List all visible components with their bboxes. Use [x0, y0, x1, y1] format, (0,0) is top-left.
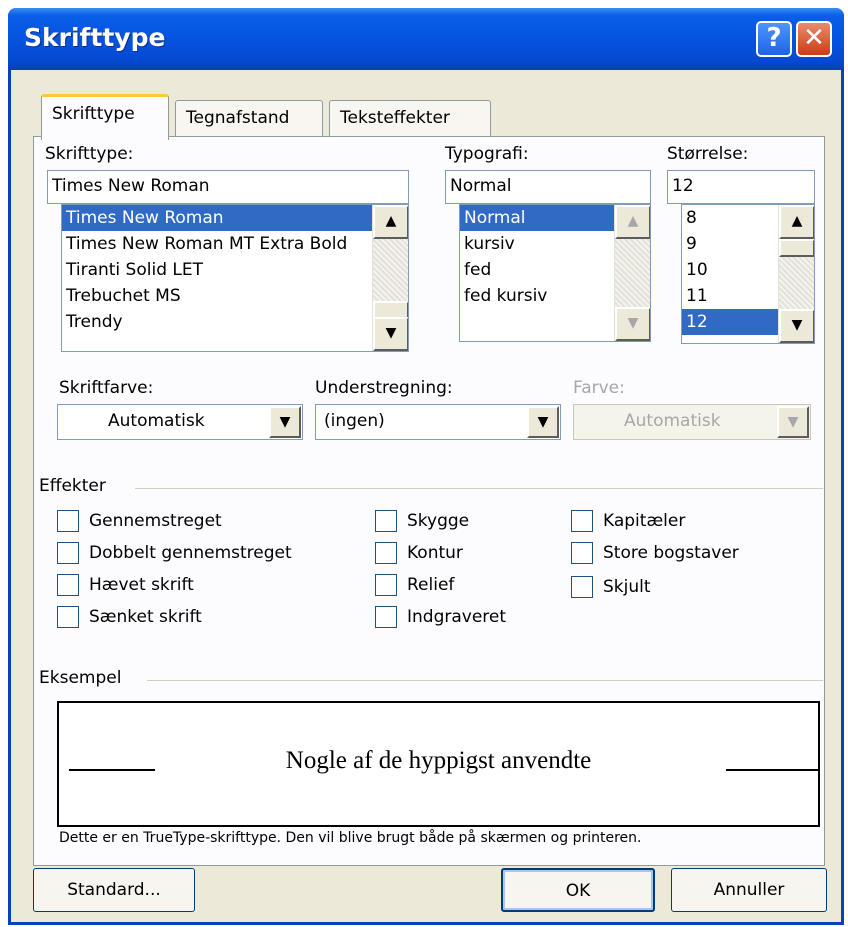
scroll-down-icon[interactable]: ▼ — [373, 317, 408, 351]
font-list[interactable]: Times New Roman Times New Roman MT Extra… — [61, 204, 409, 352]
effects-divider — [135, 488, 823, 489]
underline-select[interactable]: (ingen) ▼ — [315, 404, 561, 440]
underline-color-select[interactable]: Automatisk ▼ — [573, 404, 811, 440]
checkbox-skjult[interactable]: Skjult — [571, 576, 651, 598]
font-color-value: Automatisk — [108, 411, 205, 431]
preview-box: Nogle af de hyppigst anvendte — [57, 701, 820, 827]
list-item[interactable]: Times New Roman MT Extra Bold — [62, 231, 408, 257]
checkbox-box[interactable] — [375, 542, 397, 564]
checkbox-box[interactable] — [57, 542, 79, 564]
dropdown-arrow-icon[interactable]: ▼ — [777, 406, 809, 438]
list-item[interactable]: Tiranti Solid LET — [62, 257, 408, 283]
tab-tegnafstand[interactable]: Tegnafstand — [175, 100, 323, 138]
font-dialog: Skrifttype ? ✕ Skrifttype Tegnafstand Te… — [8, 8, 844, 925]
scroll-down-icon[interactable]: ▼ — [615, 307, 650, 341]
cancel-button[interactable]: Annuller — [671, 868, 827, 912]
checkbox-dobbelt-gennemstreget[interactable]: Dobbelt gennemstreget — [57, 542, 292, 564]
font-color-label: Skriftfarve: — [59, 378, 154, 398]
truetype-note: Dette er en TrueType-skrifttype. Den vil… — [59, 830, 642, 846]
checkbox-kontur[interactable]: Kontur — [375, 542, 463, 564]
size-label: Størrelse: — [667, 144, 749, 164]
scroll-up-icon[interactable]: ▲ — [373, 205, 408, 239]
checkbox-skygge[interactable]: Skygge — [375, 510, 469, 532]
underline-color-label: Farve: — [573, 378, 625, 398]
preview-group-label: Eksempel — [39, 668, 122, 688]
scroll-down-icon[interactable]: ▼ — [779, 309, 814, 343]
tab-teksteffekter[interactable]: Teksteffekter — [329, 100, 491, 138]
title-bar[interactable]: Skrifttype ? ✕ — [8, 8, 844, 70]
tab-skrifttype[interactable]: Skrifttype — [41, 94, 169, 140]
checkbox-box[interactable] — [375, 510, 397, 532]
ok-button[interactable]: OK — [501, 868, 655, 912]
preview-text: Nogle af de hyppigst anvendte — [285, 747, 592, 774]
style-list-scrollbar[interactable]: ▲ ▼ — [614, 205, 650, 341]
preview-underline-right — [726, 769, 818, 771]
style-label: Typografi: — [445, 144, 529, 164]
checkbox-box[interactable] — [375, 574, 397, 596]
checkbox-store-bogstaver[interactable]: Store bogstaver — [571, 542, 739, 564]
checkbox-relief[interactable]: Relief — [375, 574, 454, 596]
checkbox-indgraveret[interactable]: Indgraveret — [375, 606, 506, 628]
font-color-select[interactable]: Automatisk ▼ — [57, 404, 303, 440]
size-list[interactable]: 8 9 10 11 12 ▲ ▼ — [681, 204, 815, 344]
checkbox-box[interactable] — [57, 510, 79, 532]
list-item[interactable]: Trebuchet MS — [62, 283, 408, 309]
default-button[interactable]: Standard... — [33, 868, 195, 912]
underline-label: Understregning: — [315, 378, 453, 398]
scroll-up-icon[interactable]: ▲ — [779, 205, 814, 239]
font-name-input[interactable]: Times New Roman — [47, 170, 409, 204]
list-item[interactable]: Trendy — [62, 309, 408, 335]
preview-divider — [147, 680, 823, 681]
underline-color-value: Automatisk — [624, 411, 721, 431]
font-list-scrollbar[interactable]: ▲ ▼ — [372, 205, 408, 351]
list-item[interactable]: 12 — [682, 309, 778, 335]
style-input[interactable]: Normal — [445, 170, 651, 204]
style-list[interactable]: Normal kursiv fed fed kursiv ▲ ▼ — [459, 204, 651, 342]
checkbox-kapitaeler[interactable]: Kapitæler — [571, 510, 685, 532]
dropdown-arrow-icon[interactable]: ▼ — [269, 406, 301, 438]
window-title: Skrifttype — [24, 23, 166, 52]
scroll-thumb[interactable] — [779, 239, 814, 257]
checkbox-saenket-skrift[interactable]: Sænket skrift — [57, 606, 202, 628]
checkbox-box[interactable] — [375, 606, 397, 628]
checkbox-box[interactable] — [57, 606, 79, 628]
scroll-up-icon[interactable]: ▲ — [615, 205, 650, 239]
size-input[interactable]: 12 — [667, 170, 815, 204]
checkbox-box[interactable] — [571, 542, 593, 564]
checkbox-box[interactable] — [57, 574, 79, 596]
list-item[interactable]: Times New Roman — [62, 205, 408, 231]
checkbox-box[interactable] — [571, 510, 593, 532]
checkbox-box[interactable] — [571, 576, 593, 598]
font-label: Skrifttype: — [45, 144, 134, 164]
help-button[interactable]: ? — [756, 21, 792, 57]
effects-group-label: Effekter — [39, 476, 106, 496]
close-button[interactable]: ✕ — [796, 21, 832, 57]
size-list-scrollbar[interactable]: ▲ ▼ — [778, 205, 814, 343]
dropdown-arrow-icon[interactable]: ▼ — [527, 406, 559, 438]
list-item[interactable]: Normal — [460, 205, 614, 231]
underline-value: (ingen) — [324, 411, 385, 431]
checkbox-gennemstreget[interactable]: Gennemstreget — [57, 510, 222, 532]
checkbox-haevet-skrift[interactable]: Hævet skrift — [57, 574, 194, 596]
